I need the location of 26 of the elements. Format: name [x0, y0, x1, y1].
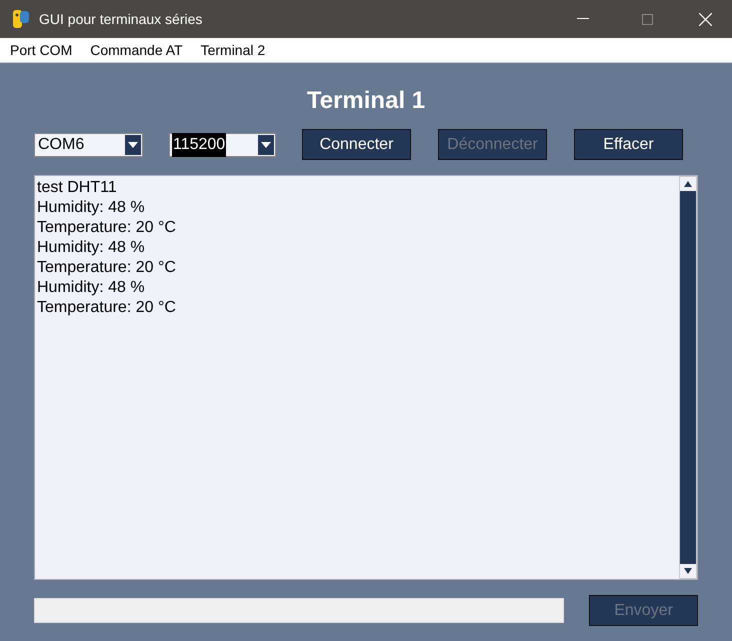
scroll-down-icon[interactable]: [680, 564, 696, 578]
dropdown-value: 115200: [172, 132, 226, 156]
terminal-line: Temperature: 20 °C: [37, 218, 177, 238]
baud-dropdown[interactable]: 115200: [169, 132, 276, 156]
terminal-line: Humidity: 48 %: [37, 278, 146, 298]
close-icon[interactable]: [698, 12, 712, 26]
menu-item[interactable]: Commande AT: [90, 40, 183, 60]
terminal-line: Temperature: 20 °C: [37, 258, 177, 278]
minimize-icon[interactable]: [577, 18, 589, 20]
action-button[interactable]: Effacer: [574, 129, 683, 160]
scrollbar[interactable]: [679, 176, 697, 579]
menu-item[interactable]: Port COM: [10, 40, 72, 60]
maximize-icon[interactable]: [642, 14, 652, 24]
window-title: GUI pour terminaux séries: [39, 10, 202, 29]
terminal-line: Humidity: 48 %: [37, 198, 146, 218]
heading: Terminal 1: [306, 86, 426, 116]
terminal-line: Temperature: 20 °C: [37, 298, 177, 318]
terminal-line: test DHT11: [37, 178, 118, 198]
app-icon: [12, 9, 30, 29]
dropdown-value: COM6: [37, 134, 86, 154]
scroll-up-icon[interactable]: [680, 177, 696, 191]
terminal-line: Humidity: 48 %: [37, 238, 146, 258]
action-button[interactable]: Connecter: [302, 129, 411, 160]
message-field[interactable]: [34, 598, 564, 623]
port-dropdown[interactable]: COM6: [34, 132, 143, 156]
menu-item[interactable]: Terminal 2: [200, 40, 266, 60]
